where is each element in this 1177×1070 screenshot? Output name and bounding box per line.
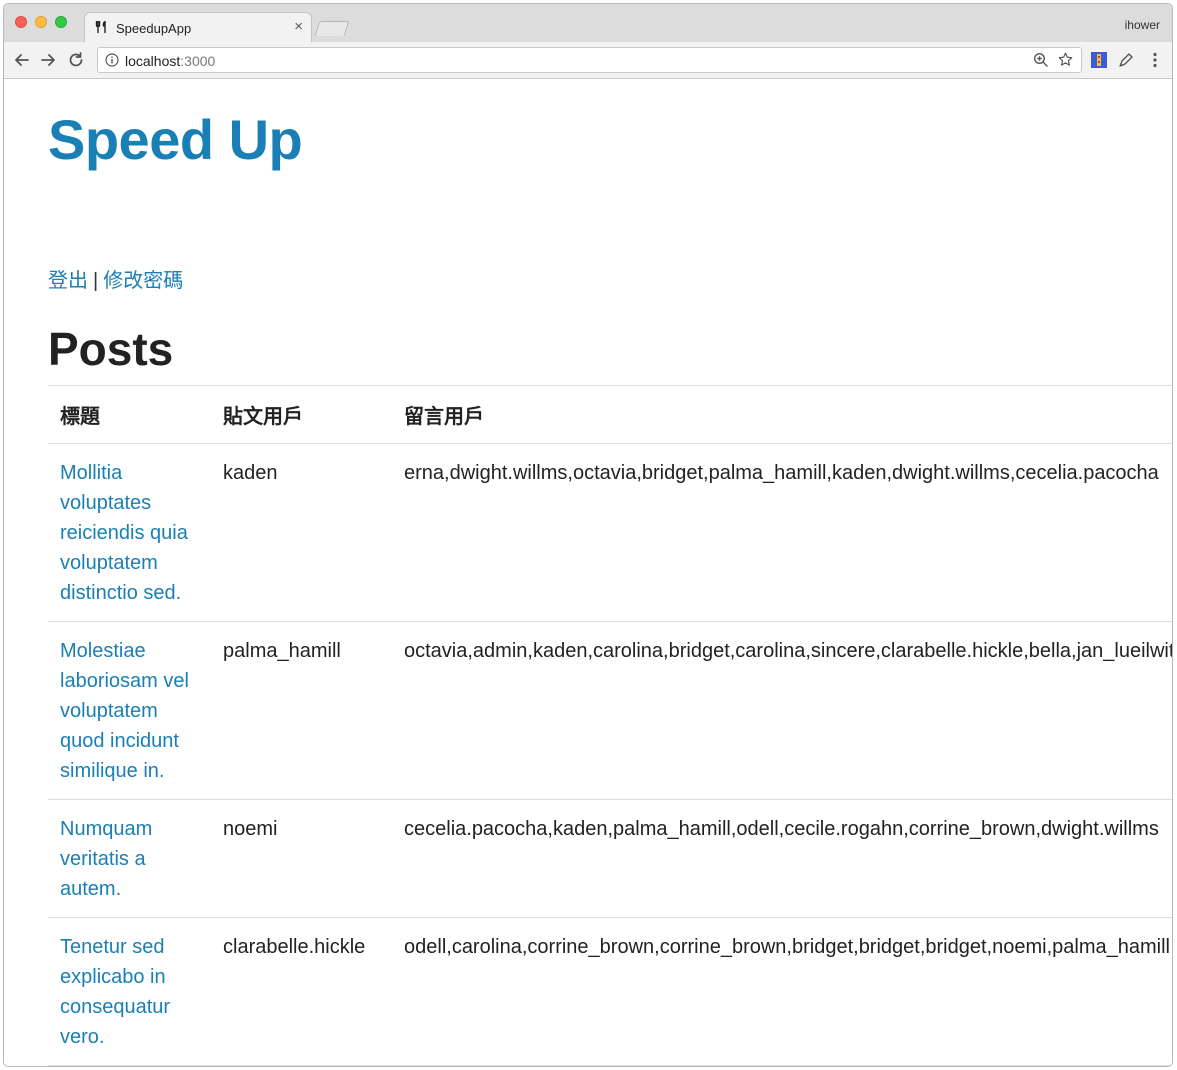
info-icon[interactable] — [105, 53, 119, 67]
logout-link[interactable]: 登出 — [48, 270, 88, 292]
address-bar[interactable]: localhost:3000 — [97, 47, 1082, 73]
bookmark-star-icon[interactable] — [1057, 51, 1074, 68]
post-commenters: odell,carolina,corrine_brown,corrine_bro… — [392, 917, 1172, 1066]
close-window-button[interactable] — [15, 16, 27, 28]
post-commenters: octavia,admin,kaden,carolina,bridget,car… — [392, 621, 1172, 800]
table-header-row: 標題 貼文用戶 留言用戶 — [48, 385, 1172, 444]
browser-window: SpeedupApp × ihower localhost:3000 Speed… — [3, 3, 1173, 1067]
table-row: Numquam veritatis a autem. noemi cecelia… — [48, 799, 1172, 918]
extension-icon[interactable] — [1091, 52, 1107, 68]
tab-strip: SpeedupApp × ihower — [4, 4, 1172, 43]
page-title: Posts — [48, 323, 174, 375]
page-content: Speed Up 登出 | 修改密碼 Posts 標題 貼文用戶 留言用戶 Moll… — [4, 79, 1172, 1066]
pen-tool-icon[interactable] — [1117, 51, 1135, 69]
maximize-window-button[interactable] — [55, 16, 67, 28]
table-row: Molestiae laboriosam vel voluptatem quod… — [48, 621, 1172, 800]
browser-tab[interactable]: SpeedupApp × — [84, 12, 312, 43]
change-password-link[interactable]: 修改密碼 — [103, 270, 183, 292]
post-title-link[interactable]: Molestiae laboriosam vel voluptatem quod… — [48, 621, 211, 800]
post-commenters: erna,dwight.willms,octavia,bridget,palma… — [392, 443, 1172, 622]
url-text[interactable]: localhost:3000 — [125, 53, 215, 69]
post-author: noemi — [211, 799, 392, 918]
tab-title: SpeedupApp — [116, 21, 192, 36]
link-separator: | — [93, 270, 99, 292]
profile-name[interactable]: ihower — [1125, 18, 1160, 32]
post-author: clarabelle.hickle — [211, 917, 392, 1066]
url-port: :3000 — [180, 53, 216, 69]
fork-knife-icon — [95, 21, 106, 33]
close-tab-icon[interactable]: × — [294, 18, 303, 35]
posts-table: 標題 貼文用戶 留言用戶 Mollitia voluptates reicien… — [48, 385, 1172, 1066]
more-menu-icon[interactable] — [1149, 51, 1161, 69]
post-author: kaden — [211, 443, 392, 622]
reload-icon[interactable] — [66, 50, 86, 70]
post-title-link[interactable]: Mollitia voluptates reiciendis quia volu… — [48, 443, 211, 622]
column-header-commenters: 留言用戶 — [392, 385, 1172, 444]
site-title[interactable]: Speed Up — [48, 107, 303, 172]
table-row: Tenetur sed explicabo in consequatur ver… — [48, 917, 1172, 1066]
new-tab-button[interactable] — [314, 21, 350, 36]
browser-toolbar: localhost:3000 — [4, 42, 1172, 79]
column-header-title: 標題 — [48, 385, 211, 444]
url-host: localhost — [125, 53, 181, 69]
post-commenters: cecelia.pacocha,kaden,palma_hamill,odell… — [392, 799, 1172, 918]
post-title-link[interactable]: Tenetur sed explicabo in consequatur ver… — [48, 917, 211, 1066]
post-title-link[interactable]: Numquam veritatis a autem. — [48, 799, 211, 918]
back-arrow-icon[interactable] — [12, 50, 32, 70]
table-row: Mollitia voluptates reiciendis quia volu… — [48, 443, 1172, 622]
auth-links: 登出 | 修改密碼 — [48, 264, 183, 293]
column-header-author: 貼文用戶 — [211, 385, 392, 444]
minimize-window-button[interactable] — [35, 16, 47, 28]
zoom-icon[interactable] — [1033, 52, 1049, 68]
forward-arrow-icon[interactable] — [38, 50, 58, 70]
post-author: palma_hamill — [211, 621, 392, 800]
